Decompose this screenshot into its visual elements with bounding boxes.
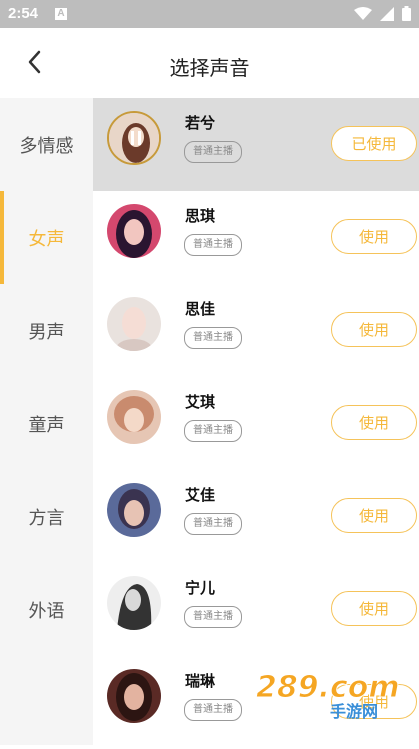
voice-row[interactable]: 思佳 普通主播 使用 [93, 284, 419, 377]
use-button[interactable]: 使用 [331, 219, 417, 254]
voice-tag: 普通主播 [184, 420, 242, 442]
site-watermark-logo: 289.com 手游网 [252, 665, 417, 723]
status-time: 2:54 [8, 5, 39, 22]
voice-name: 若兮 [185, 114, 216, 132]
voice-tag: 普通主播 [184, 699, 242, 721]
voice-row[interactable]: 思琪 普通主播 使用 [93, 191, 419, 284]
voice-name: 思琪 [185, 207, 216, 225]
app-notification-icon: A [55, 8, 67, 20]
avatar [107, 390, 161, 444]
sidebar-item-label: 方言 [28, 507, 65, 529]
sidebar-item-label: 男声 [28, 321, 65, 343]
sidebar-item-label: 童声 [28, 414, 65, 436]
voice-row[interactable]: 艾佳 普通主播 使用 [93, 470, 419, 563]
sidebar-item-foreign[interactable]: 外语 [0, 563, 93, 656]
avatar [107, 576, 161, 630]
sidebar-item-label: 外语 [28, 600, 65, 622]
avatar [107, 483, 161, 537]
status-icons [354, 6, 411, 21]
category-sidebar: 多情感 女声 男声 童声 方言 外语 [0, 98, 93, 745]
sidebar-item-female[interactable]: 女声 [0, 191, 93, 284]
voice-tag: 普通主播 [184, 234, 242, 256]
voice-tag: 普通主播 [184, 513, 242, 535]
sidebar-item-multi-emotion[interactable]: 多情感 [0, 98, 93, 191]
voice-name: 宁儿 [185, 579, 216, 597]
voice-list: 若兮 普通主播 已使用 思琪 普通主播 使用 思佳 普通主播 使用 艾琪 普通主… [93, 98, 419, 749]
use-button[interactable]: 使用 [331, 405, 417, 440]
voice-name: 艾佳 [185, 486, 216, 504]
watermark-text: 289.com [256, 670, 400, 705]
use-button[interactable]: 已使用 [331, 126, 417, 161]
avatar [107, 297, 161, 351]
sidebar-item-child[interactable]: 童声 [0, 377, 93, 470]
use-button[interactable]: 使用 [331, 591, 417, 626]
avatar [107, 111, 161, 165]
voice-tag: 普通主播 [184, 606, 242, 628]
voice-tag: 普通主播 [184, 141, 242, 163]
page-title: 选择声音 [169, 56, 250, 80]
watermark-subtext: 手游网 [330, 702, 378, 721]
voice-name: 瑞琳 [185, 672, 216, 690]
wifi-icon [354, 6, 372, 20]
sidebar-item-dialect[interactable]: 方言 [0, 470, 93, 563]
signal-icon [380, 6, 394, 21]
header: 选择声音 [0, 28, 419, 98]
sidebar-item-label: 多情感 [19, 135, 74, 157]
voice-name: 思佳 [185, 300, 216, 318]
use-button[interactable]: 使用 [331, 312, 417, 347]
use-button[interactable]: 使用 [331, 498, 417, 533]
sidebar-item-male[interactable]: 男声 [0, 284, 93, 377]
voice-row[interactable]: 艾琪 普通主播 使用 [93, 377, 419, 470]
battery-icon [402, 6, 411, 21]
active-category-indicator [0, 191, 4, 284]
voice-name: 艾琪 [185, 393, 216, 411]
voice-row[interactable]: 若兮 普通主播 已使用 [93, 98, 419, 191]
avatar [107, 204, 161, 258]
status-bar: 2:54 A [0, 0, 419, 28]
voice-tag: 普通主播 [184, 327, 242, 349]
sidebar-item-label: 女声 [28, 228, 65, 250]
voice-row[interactable]: 宁儿 普通主播 使用 [93, 563, 419, 656]
avatar [107, 669, 161, 723]
